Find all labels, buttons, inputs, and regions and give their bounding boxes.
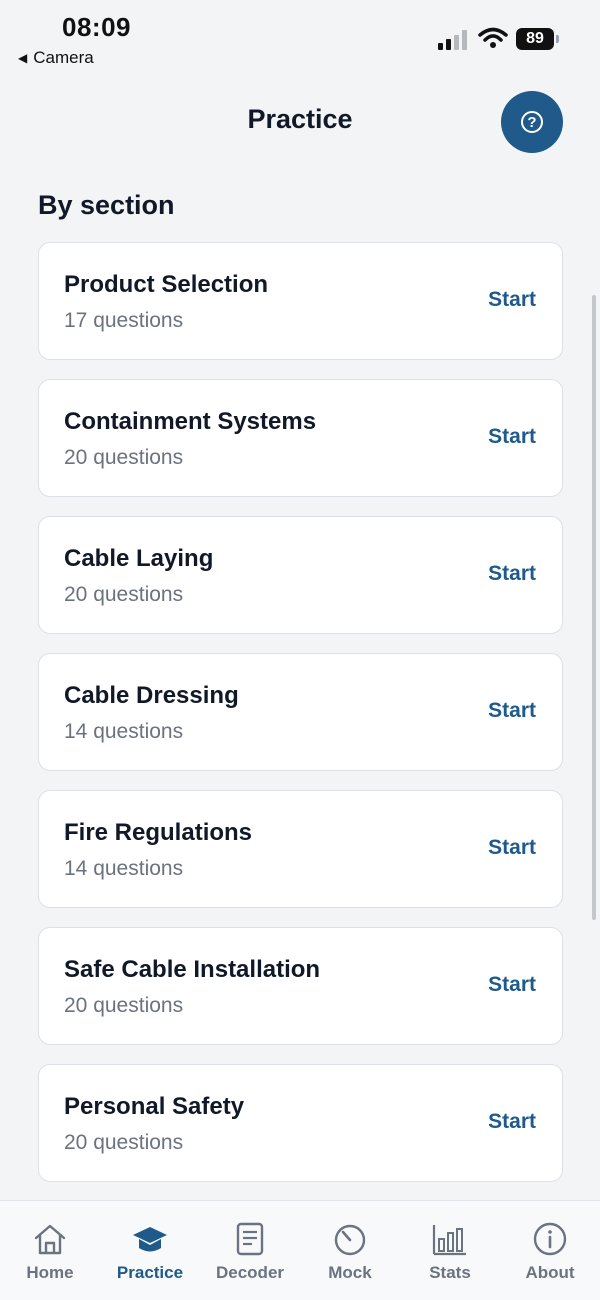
section-card-cable-dressing[interactable]: Cable Dressing 14 questions Start <box>38 653 563 771</box>
section-card-personal-safety[interactable]: Personal Safety 20 questions Start <box>38 1064 563 1182</box>
back-to-app-link[interactable]: ◀ Camera <box>18 48 94 68</box>
question-count: 14 questions <box>64 857 184 880</box>
start-button[interactable]: Start <box>488 1110 536 1134</box>
question-count: 20 questions <box>64 994 184 1017</box>
tab-practice[interactable]: Practice <box>100 1201 200 1300</box>
section-heading: By section <box>38 190 175 220</box>
start-button[interactable]: Start <box>488 973 536 997</box>
tab-label: About <box>525 1263 575 1282</box>
section-card-containment-systems[interactable]: Containment Systems 20 questions Start <box>38 379 563 497</box>
home-icon <box>34 1224 66 1255</box>
section-card-safe-cable-installation[interactable]: Safe Cable Installation 20 questions Sta… <box>38 927 563 1045</box>
cellular-signal-icon <box>438 30 467 50</box>
start-button[interactable]: Start <box>488 836 536 860</box>
question-count: 14 questions <box>64 720 184 743</box>
info-icon <box>533 1222 567 1256</box>
tab-mock[interactable]: Mock <box>300 1201 400 1300</box>
section-title: Personal Safety <box>64 1093 245 1120</box>
section-card-fire-regulations[interactable]: Fire Regulations 14 questions Start <box>38 790 563 908</box>
document-icon <box>236 1222 264 1256</box>
question-circle-icon: ? <box>521 111 543 133</box>
timer-icon <box>334 1224 366 1256</box>
section-title: Fire Regulations <box>64 819 253 846</box>
start-button[interactable]: Start <box>488 288 536 312</box>
battery-level: 89 <box>516 28 554 50</box>
back-triangle-icon: ◀ <box>18 51 28 65</box>
tab-label: Stats <box>429 1263 471 1282</box>
bar-chart-icon <box>432 1225 466 1256</box>
scrollbar[interactable] <box>592 295 596 920</box>
question-count: 17 questions <box>64 309 184 332</box>
back-app-label: Camera <box>33 48 94 67</box>
tab-stats[interactable]: Stats <box>400 1201 500 1300</box>
tab-decoder[interactable]: Decoder <box>200 1201 300 1300</box>
question-count: 20 questions <box>64 583 184 606</box>
tab-bar: Home Practice Decoder Mock Stats About <box>0 1200 600 1300</box>
section-card-cable-laying[interactable]: Cable Laying 20 questions Start <box>38 516 563 634</box>
tab-label: Decoder <box>215 1263 285 1282</box>
section-title: Safe Cable Installation <box>64 956 321 983</box>
tab-home[interactable]: Home <box>0 1201 100 1300</box>
question-count: 20 questions <box>64 446 184 469</box>
start-button[interactable]: Start <box>488 562 536 586</box>
start-button[interactable]: Start <box>488 699 536 723</box>
section-card-product-selection[interactable]: Product Selection 17 questions Start <box>38 242 563 360</box>
help-button[interactable]: ? <box>501 91 563 153</box>
section-list: Product Selection 17 questions Start Con… <box>38 242 563 1201</box>
tab-label: Mock <box>328 1263 372 1282</box>
status-time: 08:09 <box>62 12 131 42</box>
section-title: Cable Laying <box>64 545 214 572</box>
tab-about[interactable]: About <box>500 1201 600 1300</box>
start-button[interactable]: Start <box>488 425 536 449</box>
graduation-cap-icon <box>133 1227 167 1252</box>
section-title: Product Selection <box>64 271 269 298</box>
status-bar: 08:09 ◀ Camera 89 <box>0 0 600 72</box>
question-count: 20 questions <box>64 1131 184 1154</box>
section-title: Containment Systems <box>64 408 317 435</box>
wifi-icon <box>478 27 508 48</box>
section-title: Cable Dressing <box>64 682 239 709</box>
battery-indicator: 89 <box>516 28 560 50</box>
tab-label: Practice <box>116 1263 184 1282</box>
tab-label: Home <box>26 1263 74 1282</box>
